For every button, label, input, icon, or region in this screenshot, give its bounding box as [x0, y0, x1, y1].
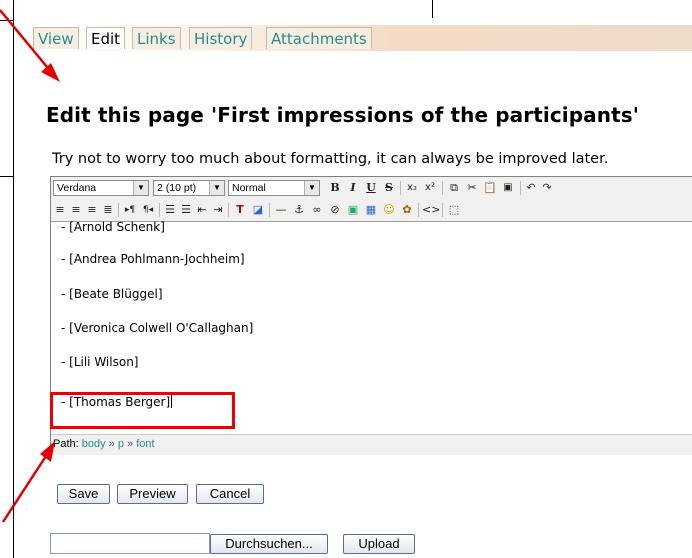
arrow-icon — [1, 441, 55, 523]
arrow-icon — [0, 9, 60, 82]
annotation-arrows — [0, 9, 60, 523]
